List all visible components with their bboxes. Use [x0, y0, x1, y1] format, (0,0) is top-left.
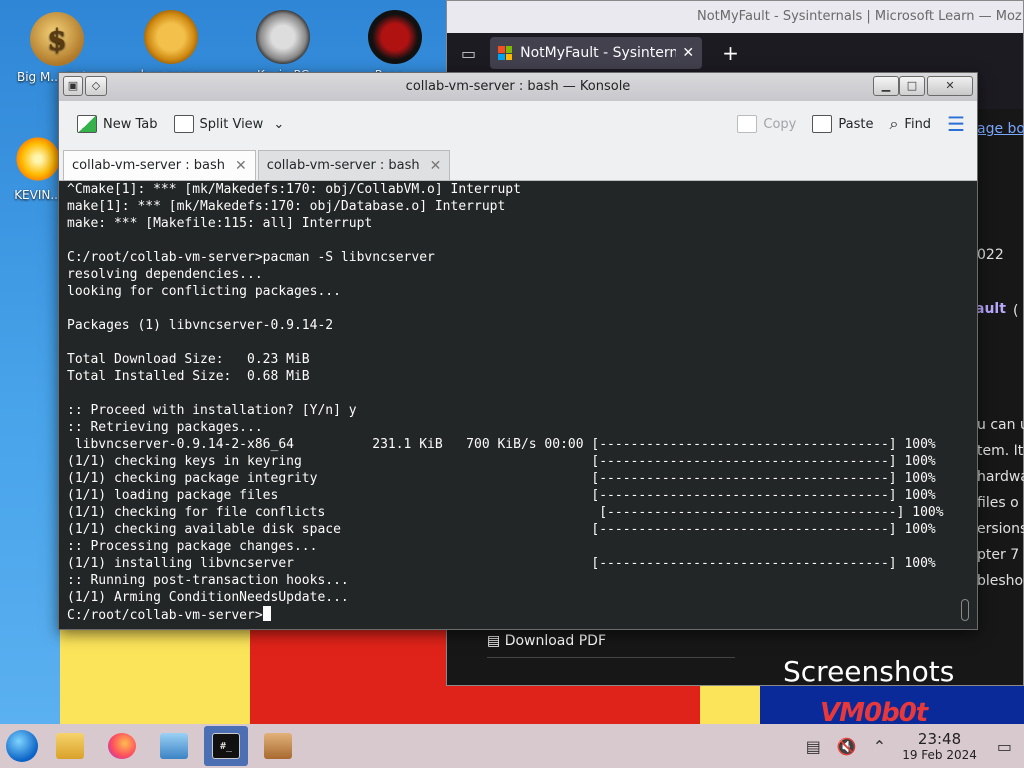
window-menu-icon[interactable]: ▣: [63, 76, 83, 96]
start-menu-button[interactable]: [6, 730, 38, 762]
taskbar: #_ ▤ 🔇 ⌃ 23:48 19 Feb 2024 ▭: [0, 724, 1024, 768]
minimize-button[interactable]: ▁: [873, 76, 899, 96]
settings-icon: [160, 733, 188, 759]
page-text-fragment: ersions: [977, 521, 1024, 537]
search-icon: ⌕: [889, 114, 899, 133]
volume-muted-icon[interactable]: 🔇: [837, 737, 857, 756]
firefox-titlebar[interactable]: NotMyFault - Sysinternals | Microsoft Le…: [447, 1, 1023, 33]
hamburger-menu-icon: ☰: [947, 112, 965, 136]
download-pdf-label: Download PDF: [504, 633, 607, 649]
page-link-fragment[interactable]: ault: [975, 301, 1006, 317]
taskbar-konsole[interactable]: #_: [204, 726, 248, 766]
firefox-tab[interactable]: NotMyFault - Sysinternals ✕: [490, 37, 703, 69]
divider: [487, 657, 735, 658]
paste-label: Paste: [838, 116, 874, 132]
clipboard-icon[interactable]: ▤: [806, 737, 821, 756]
konsole-tab[interactable]: collab-vm-server : bash ✕: [257, 150, 451, 180]
chevron-up-icon[interactable]: ⌃: [873, 737, 886, 756]
folder-icon: [56, 733, 84, 759]
wallpaper-text: VM0b0t: [820, 698, 928, 724]
find-button[interactable]: ⌕ Find: [889, 114, 931, 134]
konsole-tab-label: collab-vm-server : bash: [266, 158, 420, 173]
terminal-icon: #_: [212, 733, 240, 759]
page-text-fragment: tem. It's: [977, 443, 1024, 459]
terminal-output: ^Cmake[1]: *** [mk/Makedefs:170: obj/Col…: [67, 182, 944, 605]
tab-overview-icon[interactable]: ▭: [461, 44, 476, 63]
konsole-window-title: collab-vm-server : bash — Konsole: [405, 79, 631, 94]
close-button[interactable]: ✕: [927, 76, 973, 96]
download-pdf-link[interactable]: ▤ Download PDF: [487, 633, 606, 649]
konsole-tab[interactable]: collab-vm-server : bash ✕: [63, 150, 256, 180]
find-label: Find: [904, 116, 932, 132]
new-tab-icon[interactable]: +: [722, 41, 739, 65]
split-view-label: Split View: [199, 116, 264, 132]
document-icon: ▤: [487, 633, 505, 649]
paste-button[interactable]: Paste: [812, 115, 873, 133]
clock-date: 19 Feb 2024: [902, 748, 977, 762]
page-text-fragment: pter 7 i: [977, 547, 1024, 563]
gear-icon: [144, 10, 198, 64]
microsoft-logo-icon: [498, 46, 513, 60]
terminal-cursor: [262, 606, 271, 621]
page-link-fragment[interactable]: age boo: [977, 121, 1024, 137]
copy-icon: [737, 115, 758, 133]
taskbar-firefox[interactable]: [100, 726, 144, 766]
page-text-fragment: bleshoo: [977, 573, 1024, 589]
keep-above-icon[interactable]: ◇: [85, 76, 107, 96]
maximize-button[interactable]: □: [899, 76, 925, 96]
chevron-down-icon: ⌄: [273, 116, 285, 132]
firefox-tab-title: NotMyFault - Sysinternals: [520, 45, 677, 61]
system-tray: ▤ 🔇 ⌃ 23:48 19 Feb 2024 ▭: [806, 724, 1024, 768]
new-tab-button[interactable]: New Tab: [77, 115, 158, 133]
taskbar-package-manager[interactable]: [256, 726, 300, 766]
package-icon: [264, 733, 292, 759]
terminal-scrollbar[interactable]: [961, 599, 969, 621]
firefox-tab-strip: ▭ NotMyFault - Sysinternals ✕ +: [447, 33, 1023, 73]
konsole-window: ▣ ◇ collab-vm-server : bash — Konsole ▁ …: [58, 72, 978, 630]
firefox-window-title: NotMyFault - Sysinternals | Microsoft Le…: [697, 9, 1023, 24]
terminal-view[interactable]: ^Cmake[1]: *** [mk/Makedefs:170: obj/Col…: [59, 181, 977, 629]
page-text-fragment: (: [1013, 303, 1019, 319]
clock[interactable]: 23:48 19 Feb 2024: [902, 730, 977, 762]
gauge-icon: [256, 10, 310, 64]
money-bag-icon: $: [30, 12, 84, 66]
page-text-fragment: 022: [977, 247, 1004, 263]
page-text-fragment: files o: [977, 495, 1019, 511]
copy-button[interactable]: Copy: [737, 115, 796, 133]
clock-time: 23:48: [917, 730, 962, 748]
close-icon[interactable]: ✕: [682, 45, 694, 61]
screenshots-heading: Screenshots: [783, 655, 955, 688]
taskbar-system-settings[interactable]: [152, 726, 196, 766]
hamburger-menu-button[interactable]: ☰: [947, 112, 965, 136]
new-tab-icon: [77, 115, 97, 133]
paste-icon: [812, 115, 833, 133]
firefox-icon: [108, 733, 136, 759]
sun-icon: [13, 134, 63, 184]
page-text-fragment: hardwa: [977, 469, 1024, 485]
page-text-fragment: u can u: [977, 417, 1024, 433]
konsole-titlebar[interactable]: ▣ ◇ collab-vm-server : bash — Konsole ▁ …: [59, 73, 977, 101]
new-tab-label: New Tab: [103, 116, 158, 132]
copy-label: Copy: [763, 116, 797, 132]
paper-icon: [368, 10, 422, 64]
close-icon[interactable]: ✕: [430, 158, 442, 174]
taskbar-file-manager[interactable]: [48, 726, 92, 766]
konsole-tab-bar: collab-vm-server : bash ✕ collab-vm-serv…: [59, 147, 977, 181]
split-view-button[interactable]: Split View ⌄: [173, 115, 285, 133]
split-view-icon: [173, 115, 194, 133]
konsole-toolbar: New Tab Split View ⌄ Copy Paste ⌕ Find ☰: [59, 101, 977, 147]
konsole-tab-label: collab-vm-server : bash: [72, 158, 225, 173]
show-desktop-icon[interactable]: ▭: [997, 737, 1012, 756]
close-icon[interactable]: ✕: [235, 158, 247, 174]
terminal-prompt: C:/root/collab-vm-server>: [67, 608, 263, 623]
